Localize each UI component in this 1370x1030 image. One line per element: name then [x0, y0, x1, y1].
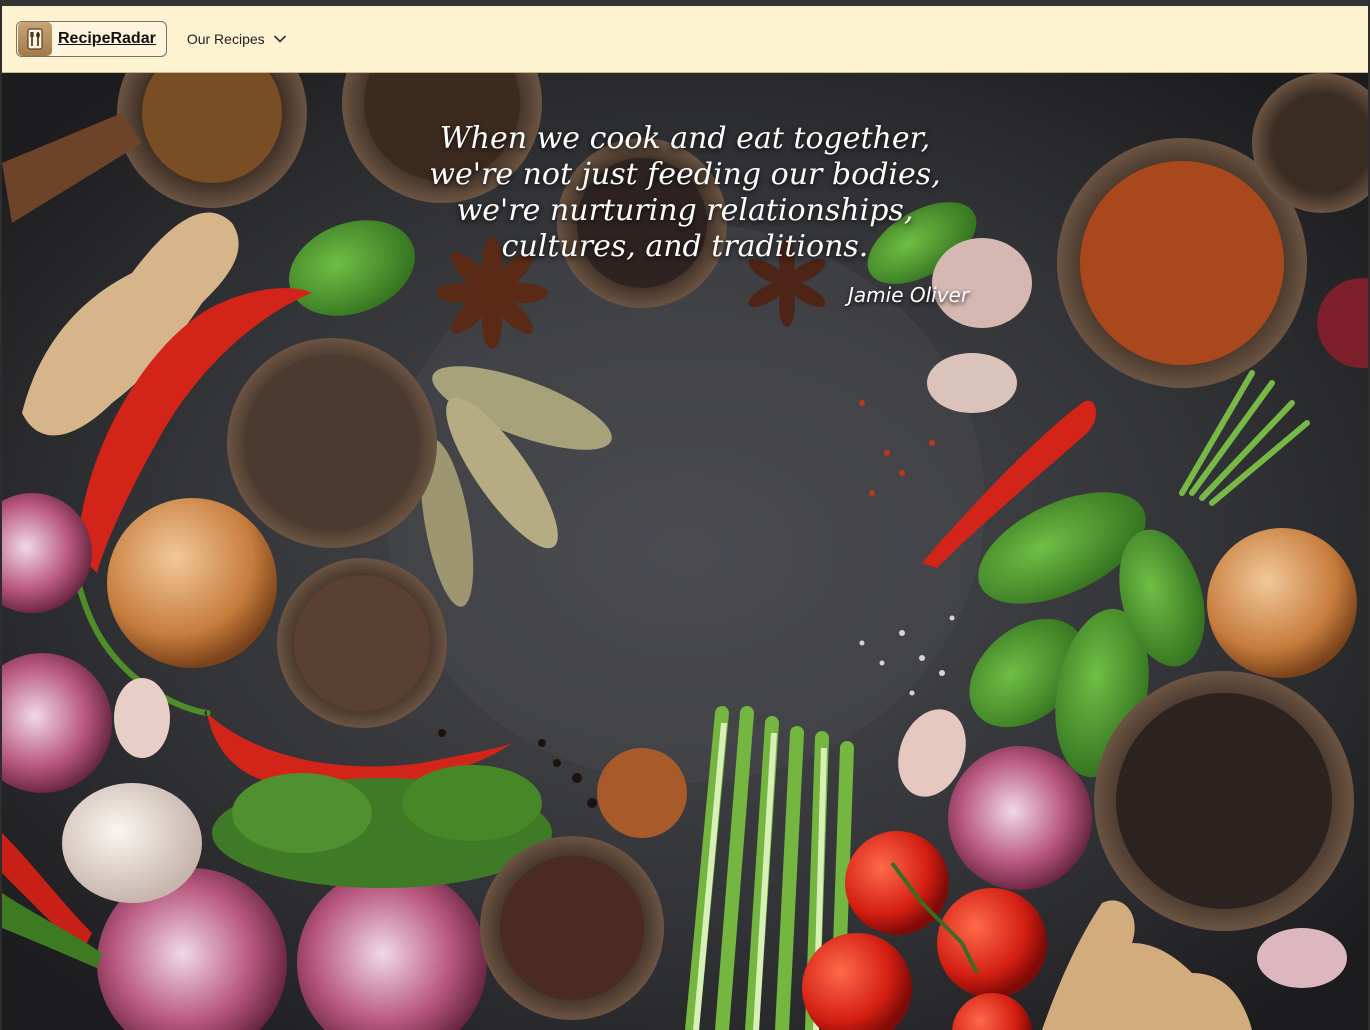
app-window: RecipeRadar Our Recipes When we cook and…	[0, 0, 1370, 1030]
menu-label: Our Recipes	[186, 31, 265, 47]
quote-line: we're not just feeding our bodies,	[429, 157, 941, 192]
top-navbar: RecipeRadar Our Recipes	[2, 6, 1368, 73]
chevron-down-icon	[265, 31, 287, 47]
brand-name: RecipeRadar	[58, 30, 156, 47]
quote-line: we're nurturing relationships,	[456, 193, 914, 228]
brand-home-link[interactable]: RecipeRadar	[16, 21, 167, 57]
hero-banner: When we cook and eat together, we're not…	[2, 73, 1368, 1030]
quote-line: cultures, and traditions.	[501, 229, 869, 264]
kitchen-utensils-icon	[18, 22, 52, 56]
our-recipes-menu[interactable]: Our Recipes	[187, 21, 287, 57]
quote-line: When we cook and eat together,	[439, 121, 931, 156]
hero-quote: When we cook and eat together, we're not…	[2, 121, 1368, 265]
quote-author: Jamie Oliver	[848, 283, 970, 307]
